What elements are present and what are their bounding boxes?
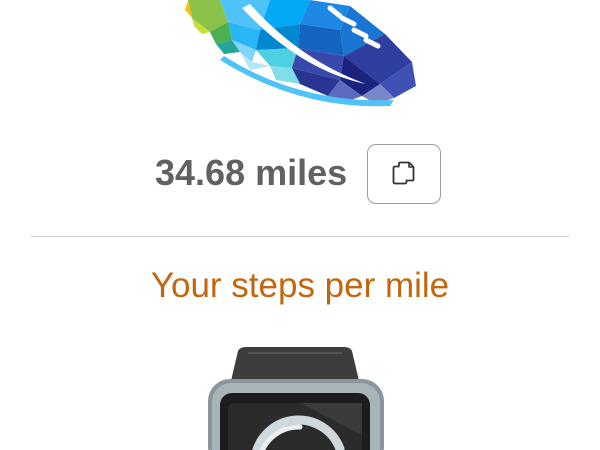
distance-value: 34.68 miles — [155, 152, 348, 193]
section-divider — [31, 236, 569, 237]
running-shoe-illustration — [185, 0, 416, 107]
steps-calculator-screen: 34.68 miles Your steps per mile — [0, 0, 600, 450]
copy-icon — [392, 161, 415, 185]
copy-button[interactable] — [367, 144, 441, 204]
distance-result-row: 34.68 miles — [0, 143, 600, 207]
steps-per-mile-heading: Your steps per mile — [150, 266, 450, 305]
smartwatch-illustration — [208, 347, 384, 450]
